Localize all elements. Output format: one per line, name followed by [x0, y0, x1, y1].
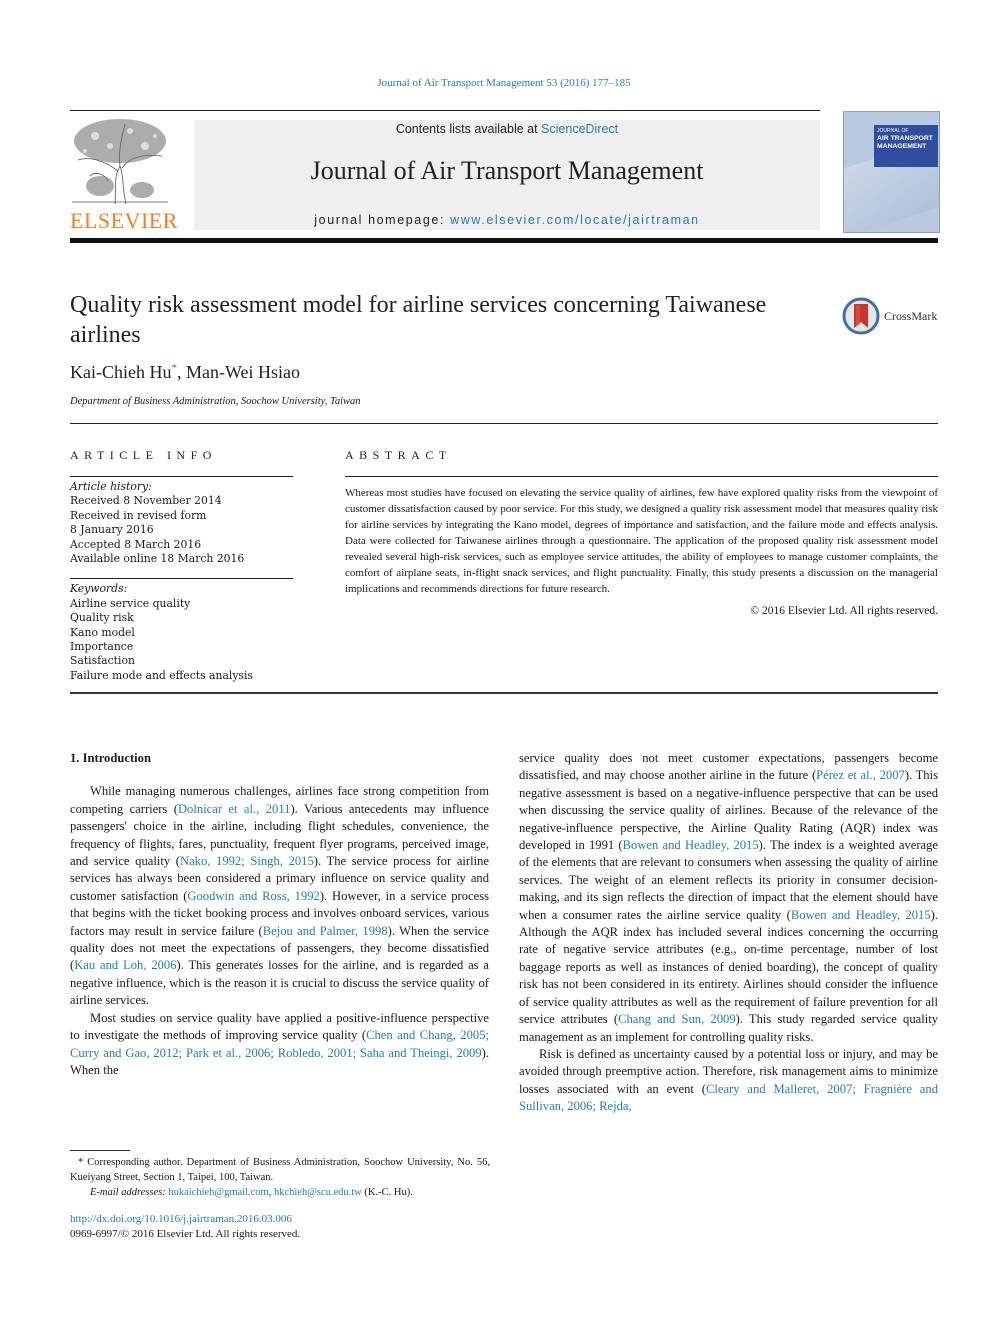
body-paragraph: service quality does not meet customer e…: [519, 750, 938, 1046]
section-heading-introduction: 1. Introduction: [70, 751, 151, 765]
abstract-copyright: © 2016 Elsevier Ltd. All rights reserved…: [750, 605, 938, 617]
doi-link[interactable]: http://dx.doi.org/10.1016/j.jairtraman.2…: [70, 1212, 300, 1227]
keyword: Failure mode and effects analysis: [70, 668, 253, 682]
cover-title-line2: MANAGEMENT: [877, 143, 927, 150]
body-paragraph: Most studies on service quality have app…: [70, 1010, 489, 1080]
article-info-section: ARTICLE INFO Article history: Received 8…: [70, 448, 293, 683]
history-item: Received 8 November 2014: [70, 494, 222, 508]
body-column-right: service quality does not meet customer e…: [519, 750, 938, 1116]
left-paragraphs: While managing numerous challenges, airl…: [70, 783, 489, 1079]
cover-title-line1: AIR TRANSPORT: [877, 135, 933, 142]
paragraph-text: ). Although the AQR index has included s…: [519, 907, 938, 1027]
footnote-text: Corresponding author. Department of Busi…: [70, 1157, 490, 1183]
crossmark-icon: [842, 297, 880, 335]
history-item: Received in revised form: [70, 508, 207, 522]
email-label: E-mail addresses:: [90, 1187, 169, 1198]
citation-link[interactable]: Kau and Loh, 2006: [74, 958, 176, 972]
cover-title-band: JOURNAL OF AIR TRANSPORT MANAGEMENT: [874, 125, 938, 167]
journal-name: Journal of Air Transport Management: [310, 156, 704, 185]
keyword: Airline service quality: [70, 596, 191, 610]
history-item: Accepted 8 March 2016: [70, 537, 202, 551]
citation-link[interactable]: Bowen and Headley, 2015: [623, 838, 759, 852]
article-info-heading: ARTICLE INFO: [70, 448, 217, 462]
citation-link[interactable]: Bowen and Headley, 2015: [791, 908, 931, 922]
article-history: Article history: Received 8 November 201…: [70, 480, 293, 566]
keywords-label: Keywords:: [70, 582, 128, 596]
body-paragraph: While managing numerous challenges, airl…: [70, 783, 489, 1009]
right-paragraphs: service quality does not meet customer e…: [519, 750, 938, 1116]
affiliation: Department of Business Administration, S…: [70, 396, 361, 407]
keywords-rule: [70, 578, 293, 580]
email-suffix: (K.-C. Hu).: [361, 1187, 413, 1198]
journal-header-box: Contents lists available at ScienceDirec…: [194, 120, 820, 230]
history-item: 8 January 2016: [70, 523, 154, 537]
author-name[interactable]: Man-Wei Hsiao: [186, 362, 300, 382]
article-info-rule: [70, 476, 293, 477]
author-separator: ,: [176, 362, 186, 382]
email-link[interactable]: hkchieh@scu.edu.tw: [274, 1187, 362, 1198]
issn-copyright: 0969-6997/© 2016 Elsevier Ltd. All right…: [70, 1228, 301, 1240]
keyword: Satisfaction: [70, 654, 135, 668]
citation-link[interactable]: Bejou and Palmer, 1998: [263, 924, 388, 938]
article-title: Quality risk assessment model for airlin…: [70, 292, 767, 348]
title-block-rule: [70, 423, 938, 424]
front-matter-rule: [70, 692, 938, 694]
homepage-link[interactable]: www.elsevier.com/locate/jairtraman: [450, 213, 700, 227]
history-label: Article history:: [70, 480, 152, 493]
cover-title-small: JOURNAL OF: [877, 128, 909, 134]
email-link[interactable]: hukaichieh@gmail.com: [168, 1187, 268, 1198]
footnote: * Corresponding author. Department of Bu…: [70, 1150, 490, 1200]
citation-link[interactable]: Pérez et al., 2007: [816, 768, 905, 782]
elsevier-wordmark: ELSEVIER: [70, 208, 178, 233]
abstract-heading: ABSTRACT: [345, 448, 452, 462]
contents-prefix: Contents lists available at: [395, 122, 542, 136]
citation-link[interactable]: Dolnicar et al., 2011: [178, 802, 291, 816]
doi-block: http://dx.doi.org/10.1016/j.jairtraman.2…: [70, 1212, 300, 1242]
elsevier-logo[interactable]: ELSEVIER: [70, 116, 178, 234]
crossmark-button[interactable]: CrossMark: [842, 296, 942, 336]
abstract-rule: [345, 476, 938, 477]
citation-link[interactable]: Nako, 1992; Singh, 2015: [180, 854, 314, 868]
body-column-left: 1. Introduction While managing numerous …: [70, 750, 489, 1079]
keyword: Kano model: [70, 625, 135, 639]
corresponding-author-note: * Corresponding author. Department of Bu…: [70, 1155, 490, 1185]
keywords-list: Keywords: Airline service quality Qualit…: [70, 582, 293, 683]
crossmark-label: CrossMark: [884, 308, 938, 323]
header-rule-bottom: [70, 238, 938, 243]
contents-line: Contents lists available at ScienceDirec…: [194, 122, 820, 136]
citation-link[interactable]: Goodwin and Ross, 1992: [187, 889, 319, 903]
homepage-prefix: journal homepage:: [314, 213, 451, 227]
sciencedirect-link[interactable]: ScienceDirect: [541, 122, 618, 136]
citation-link[interactable]: Chang and Sun, 2009: [618, 1012, 736, 1026]
abstract-section: ABSTRACT Whereas most studies have focus…: [345, 448, 938, 617]
citation-text[interactable]: Journal of Air Transport Management 53 (…: [377, 77, 630, 89]
author-name[interactable]: Kai-Chieh Hu: [70, 362, 171, 382]
header-rule-top: [70, 110, 820, 111]
history-item: Available online 18 March 2016: [70, 552, 245, 566]
body-paragraph: Risk is defined as uncertainty caused by…: [519, 1046, 938, 1116]
keyword: Quality risk: [70, 611, 134, 625]
elsevier-tree-icon: [72, 119, 168, 205]
author-list: Kai-Chieh Hu*, Man-Wei Hsiao: [70, 362, 300, 383]
abstract-text: Whereas most studies have focused on ele…: [345, 487, 938, 595]
email-line: E-mail addresses: hukaichieh@gmail.com, …: [70, 1185, 490, 1200]
footnote-rule: [70, 1150, 130, 1151]
journal-citation-link[interactable]: Journal of Air Transport Management 53 (…: [0, 77, 992, 89]
keyword: Importance: [70, 640, 134, 654]
homepage-line: journal homepage: www.elsevier.com/locat…: [194, 213, 820, 227]
journal-cover-thumbnail[interactable]: JOURNAL OF AIR TRANSPORT MANAGEMENT: [843, 111, 940, 233]
